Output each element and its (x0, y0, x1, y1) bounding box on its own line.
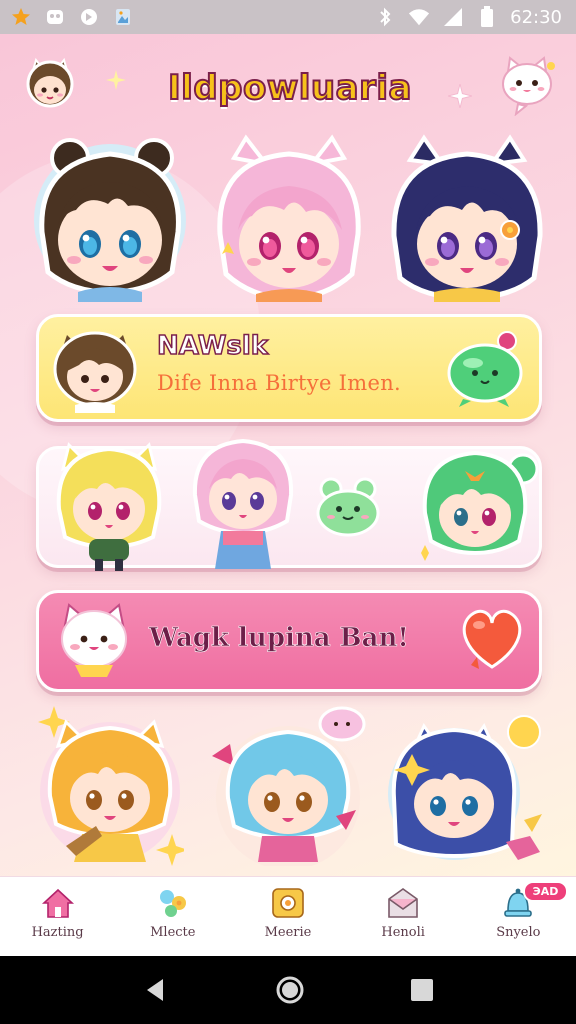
nav-item-notifications[interactable]: Snyelo ЭAD (468, 881, 569, 940)
battery-icon (476, 6, 498, 28)
sync-icon (78, 6, 100, 28)
character-portrait-1[interactable] (28, 132, 192, 302)
system-navigation-bar (0, 956, 576, 1024)
app-content: Ildpowluaria NAWslk Dife Inna Birtye Ime… (0, 34, 576, 876)
back-icon[interactable] (141, 975, 171, 1005)
sparkle-icon (106, 70, 126, 90)
blonde-cat-boy-icon (56, 442, 162, 571)
promo-banner[interactable]: Wagk lupina Ban! (36, 590, 542, 692)
character-row-card[interactable] (36, 438, 542, 571)
nav-label: Meerie (264, 925, 312, 940)
header: Ildpowluaria (0, 48, 576, 138)
pink-hair-child-icon (192, 438, 294, 569)
character-portrait-4[interactable] (36, 706, 188, 866)
character-portrait-3[interactable] (384, 132, 550, 302)
home-icon (41, 888, 74, 918)
green-slime-mascot-icon (447, 331, 523, 407)
nav-label: Mlecte (150, 925, 196, 940)
nav-item-explore[interactable]: Mlecte (123, 885, 223, 940)
white-cat-icon (61, 603, 127, 677)
promo-text: Wagk lupina Ban! (149, 623, 409, 654)
featured-card[interactable]: NAWslk Dife Inna Birtye Imen. (36, 314, 542, 422)
green-hair-girl-icon (421, 450, 539, 561)
status-bar: 62:30 (0, 0, 576, 34)
indigo-hair-girl-icon (388, 715, 542, 860)
brown-hair-girl-icon (34, 138, 186, 302)
camera-icon (272, 888, 304, 918)
nav-label: Henoli (381, 925, 425, 940)
nav-item-home[interactable]: Hazting (8, 885, 108, 940)
sparkle-icon (448, 84, 472, 108)
character-portrait-6[interactable] (384, 710, 554, 870)
character-portrait-5[interactable] (206, 706, 370, 870)
card-title: NAWslk (156, 330, 269, 362)
app-notification-icon (44, 6, 66, 28)
mascot-button[interactable] (496, 54, 556, 117)
mail-icon (388, 888, 418, 918)
recents-icon[interactable] (409, 977, 435, 1003)
clock: 62:30 (510, 6, 562, 28)
home-button-icon[interactable] (274, 974, 306, 1006)
orange-hair-girl-icon (38, 706, 188, 866)
cat-mascot-icon (502, 56, 555, 117)
navy-hair-girl-icon (391, 134, 543, 302)
brown-hair-boy-icon (53, 331, 137, 413)
nav-label: Hazting (31, 925, 84, 940)
profile-avatar-icon (26, 57, 74, 108)
nav-item-create[interactable]: Meerie (238, 885, 338, 940)
gallery-icon (112, 6, 134, 28)
profile-avatar-button[interactable] (20, 54, 80, 114)
heart-icon (462, 609, 522, 669)
bluetooth-icon (374, 6, 396, 28)
blue-hair-girl-icon (212, 706, 366, 870)
app-title: Ildpowluaria (167, 67, 412, 109)
wifi-icon (408, 6, 430, 28)
nav-label: Snyelo (496, 925, 541, 940)
pink-cat-girl-icon (217, 134, 361, 302)
bottom-navigation: Hazting Mlecte Meerie Henoli Snyelo ЭAD (0, 876, 576, 956)
flower-icon (159, 890, 186, 917)
notification-badge: ЭAD (522, 881, 569, 902)
card-subtitle: Dife Inna Birtye Imen. (157, 371, 401, 395)
character-portrait-2[interactable] (206, 134, 372, 302)
nav-item-messages[interactable]: Henoli (353, 885, 453, 940)
signal-icon (442, 6, 464, 28)
green-frog-icon (316, 477, 380, 537)
notification-star-icon (10, 6, 32, 28)
